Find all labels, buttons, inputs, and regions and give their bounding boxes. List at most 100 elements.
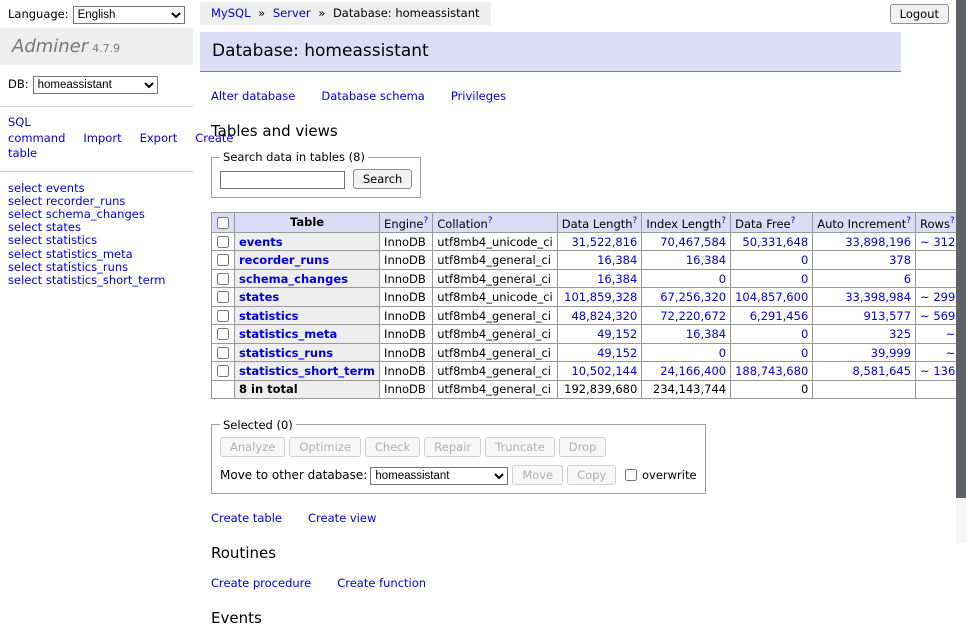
overwrite-option[interactable]: overwrite bbox=[624, 468, 696, 482]
row-checkbox[interactable] bbox=[217, 291, 229, 303]
search-input[interactable] bbox=[220, 171, 345, 189]
link-create-table[interactable]: Create table bbox=[211, 511, 282, 525]
sidebar-select-link[interactable]: select statistics_runs bbox=[8, 261, 185, 274]
data-length-cell: 10,502,144 bbox=[557, 362, 642, 381]
check-button[interactable]: Check bbox=[365, 437, 420, 457]
db-selector-row: DB:homeassistant bbox=[0, 65, 193, 107]
help-link[interactable]: ? bbox=[906, 216, 911, 226]
help-link[interactable]: ? bbox=[423, 216, 428, 226]
table-name-cell: statistics_runs bbox=[235, 343, 380, 362]
link-create-function[interactable]: Create function bbox=[337, 576, 426, 590]
db-select[interactable]: homeassistant bbox=[33, 76, 158, 94]
table-name-link[interactable]: statistics_short_term bbox=[239, 364, 375, 378]
sidebar-select-link[interactable]: select statistics_meta bbox=[8, 248, 185, 261]
auto-increment-cell: 33,898,196 bbox=[813, 232, 916, 251]
table-name-cell: states bbox=[235, 288, 380, 307]
help-link[interactable]: ? bbox=[791, 216, 796, 226]
app-version[interactable]: 4.7.9 bbox=[92, 42, 120, 55]
sidebar-select-link[interactable]: select events bbox=[8, 182, 185, 195]
data-free-cell: 0 bbox=[731, 343, 813, 362]
row-checkbox[interactable] bbox=[217, 328, 229, 340]
link-create-view[interactable]: Create view bbox=[308, 511, 376, 525]
sidebar-action-sql-command[interactable]: SQL command bbox=[8, 115, 65, 145]
index-length-cell: 72,220,672 bbox=[642, 306, 731, 325]
column-label: Engine bbox=[384, 216, 423, 230]
table-row: recorder_runsInnoDButf8mb4_general_ci16,… bbox=[212, 251, 966, 270]
collation-cell: utf8mb4_unicode_ci bbox=[433, 232, 558, 251]
row-checkbox[interactable] bbox=[217, 236, 229, 248]
footer-blank bbox=[813, 380, 916, 398]
row-checkbox-cell bbox=[212, 288, 235, 307]
table-name-link[interactable]: schema_changes bbox=[239, 272, 348, 286]
copy-button[interactable]: Copy bbox=[567, 465, 616, 485]
select-all-checkbox[interactable] bbox=[217, 217, 229, 229]
scrollbar-thumb[interactable] bbox=[956, 0, 966, 498]
sidebar-select-link[interactable]: select statistics_short_term bbox=[8, 274, 185, 287]
data-length-cell: 49,152 bbox=[557, 343, 642, 362]
app-name[interactable]: Adminer bbox=[12, 36, 88, 57]
sidebar-action-export[interactable]: Export bbox=[140, 131, 178, 145]
table-name-link[interactable]: recorder_runs bbox=[239, 253, 329, 267]
engine-cell: InnoDB bbox=[380, 269, 433, 288]
column-label: Data Length bbox=[562, 216, 633, 230]
column-header-collation: Collation? bbox=[433, 213, 558, 233]
optimize-button[interactable]: Optimize bbox=[289, 437, 361, 457]
collation-cell: utf8mb4_general_ci bbox=[433, 325, 558, 344]
move-db-select[interactable]: homeassistant bbox=[370, 467, 508, 485]
column-header-data-length: Data Length? bbox=[557, 213, 642, 233]
search-button[interactable]: Search bbox=[353, 169, 413, 189]
breadcrumb-separator: » bbox=[255, 6, 269, 20]
column-label: Collation bbox=[437, 216, 488, 230]
nav-link-database-schema[interactable]: Database schema bbox=[321, 89, 424, 103]
table-name-link[interactable]: events bbox=[239, 235, 283, 249]
move-label: Move to other database: bbox=[220, 468, 367, 482]
analyze-button[interactable]: Analyze bbox=[220, 437, 285, 457]
data-free-cell: 0 bbox=[731, 269, 813, 288]
table-name-link[interactable]: statistics bbox=[239, 309, 299, 323]
truncate-button[interactable]: Truncate bbox=[485, 437, 555, 457]
table-name-cell: events bbox=[235, 232, 380, 251]
drop-button[interactable]: Drop bbox=[559, 437, 607, 457]
help-link[interactable]: ? bbox=[721, 216, 726, 226]
row-checkbox[interactable] bbox=[217, 347, 229, 359]
column-label: Auto Increment bbox=[817, 216, 906, 230]
help-link[interactable]: ? bbox=[633, 216, 638, 226]
index-length-cell: 0 bbox=[642, 343, 731, 362]
column-label: Rows bbox=[920, 216, 950, 230]
language-select[interactable]: English bbox=[73, 6, 185, 24]
routines-title: Routines bbox=[211, 544, 912, 562]
data-free-cell: 0 bbox=[731, 325, 813, 344]
help-link[interactable]: ? bbox=[950, 216, 955, 226]
breadcrumb: MySQL » Server » Database: homeassistant bbox=[200, 2, 491, 25]
selected-legend: Selected (0) bbox=[220, 418, 296, 432]
logout-button[interactable]: Logout bbox=[890, 4, 949, 24]
link-create-procedure[interactable]: Create procedure bbox=[211, 576, 311, 590]
nav-link-privileges[interactable]: Privileges bbox=[451, 89, 506, 103]
table-name-link[interactable]: statistics_meta bbox=[239, 327, 337, 341]
table-name-link[interactable]: statistics_runs bbox=[239, 346, 333, 360]
data-free-cell: 104,857,600 bbox=[731, 288, 813, 307]
events-title: Events bbox=[211, 609, 912, 627]
sidebar-select-link[interactable]: select recorder_runs bbox=[8, 195, 185, 208]
sidebar-action-import[interactable]: Import bbox=[83, 131, 121, 145]
sidebar-select-link[interactable]: select states bbox=[8, 221, 185, 234]
move-button[interactable]: Move bbox=[512, 465, 563, 485]
footer-data-free: 0 bbox=[731, 380, 813, 398]
help-link[interactable]: ? bbox=[488, 216, 493, 226]
breadcrumb-link[interactable]: Server bbox=[273, 6, 311, 20]
row-checkbox[interactable] bbox=[217, 310, 229, 322]
repair-button[interactable]: Repair bbox=[424, 437, 481, 457]
vertical-scrollbar[interactable] bbox=[956, 0, 966, 543]
breadcrumb-link[interactable]: MySQL bbox=[211, 6, 251, 20]
row-checkbox[interactable] bbox=[217, 365, 229, 377]
sidebar-select-link[interactable]: select schema_changes bbox=[8, 208, 185, 221]
row-checkbox[interactable] bbox=[217, 273, 229, 285]
row-checkbox[interactable] bbox=[217, 254, 229, 266]
overwrite-checkbox[interactable] bbox=[625, 469, 637, 481]
engine-cell: InnoDB bbox=[380, 288, 433, 307]
table-name-link[interactable]: states bbox=[239, 290, 279, 304]
nav-link-alter-database[interactable]: Alter database bbox=[211, 89, 295, 103]
sidebar-select-link[interactable]: select statistics bbox=[8, 234, 185, 247]
table-row: statistics_short_termInnoDButf8mb4_gener… bbox=[212, 362, 966, 381]
row-checkbox-cell bbox=[212, 269, 235, 288]
